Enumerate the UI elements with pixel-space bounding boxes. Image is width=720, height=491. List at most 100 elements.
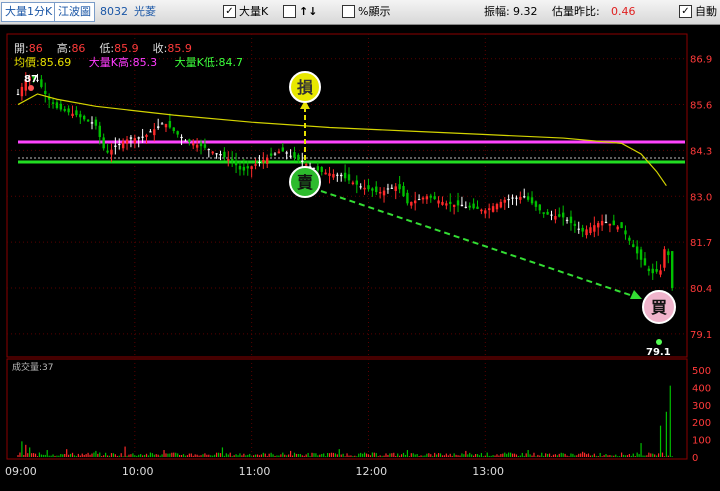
candle-body [554, 216, 557, 220]
volume-bar [580, 453, 582, 457]
volume-bar [200, 455, 202, 457]
candle-body [437, 200, 440, 204]
volume-bar [350, 455, 352, 457]
volume-bar [227, 454, 229, 457]
candle-body [581, 227, 584, 232]
volume-bar [268, 453, 270, 457]
candle-body [371, 188, 374, 191]
volume-bar [77, 453, 79, 457]
volume-bar [589, 455, 592, 457]
volume-bar [607, 455, 609, 457]
candle-body [585, 229, 588, 236]
arrows-checkbox[interactable]: ↑↓ [283, 4, 317, 20]
candle-body [480, 209, 483, 212]
volume-bar [648, 452, 650, 457]
volume-bar [465, 450, 467, 457]
candle-body [269, 153, 273, 156]
candle-body [83, 115, 86, 120]
volume-bar [632, 453, 634, 457]
volume-bar [545, 453, 547, 457]
candle-body [59, 103, 63, 110]
candle-body [363, 187, 366, 190]
volume-tick-label: 200 [692, 418, 711, 429]
candle-body [417, 199, 421, 201]
candle-body [495, 204, 499, 210]
candle-body [600, 220, 604, 226]
volume-bar [167, 453, 169, 457]
volume-bar [303, 455, 305, 457]
volume-bar [519, 455, 521, 457]
volume-bar [478, 455, 481, 457]
amplitude-label: 振幅: [484, 5, 510, 18]
candle-body [464, 206, 468, 208]
volume-bar [358, 453, 360, 457]
estimate-label: 估量昨比: [552, 5, 600, 18]
candle-body [507, 199, 510, 201]
volume-bar [400, 454, 403, 457]
buy-text: 買 [651, 298, 667, 317]
auto-checkbox[interactable]: ✓ 自動 [679, 4, 717, 20]
candle-body [207, 149, 211, 151]
volume-bar [214, 454, 216, 457]
volume-bar [326, 452, 329, 457]
volume-bar [459, 455, 461, 457]
volume-bar [309, 456, 311, 457]
candle-body [546, 211, 549, 215]
volume-bar [38, 452, 41, 457]
volume-bar [229, 452, 231, 457]
candle-body [612, 220, 615, 226]
volume-bar [342, 453, 344, 457]
candle-body [273, 153, 277, 155]
volume-bar [295, 453, 298, 457]
volume-bar [587, 453, 590, 457]
volume-bar [50, 455, 52, 457]
volume-bar [578, 453, 580, 457]
biglow-label: 大量K低: [174, 56, 219, 69]
volume-bar [274, 455, 276, 457]
volume-bar [305, 454, 307, 457]
volume-bar [572, 453, 574, 457]
interval-tab[interactable]: 大量1分K [1, 2, 57, 22]
volume-bar [445, 453, 447, 457]
volume-bar [521, 452, 523, 457]
volume-bar [447, 455, 449, 457]
candle-body [336, 174, 339, 176]
volume-bar [225, 453, 227, 457]
volume-bar [523, 455, 525, 457]
candle-body [184, 140, 187, 142]
volume-bar [97, 453, 99, 457]
volume-bar [348, 455, 350, 457]
candle-body [211, 151, 214, 154]
candle-body [534, 201, 538, 207]
arrows-label: ↑↓ [299, 5, 318, 18]
bigk-checkbox[interactable]: ✓ 大量K [223, 4, 268, 20]
candle-body [230, 159, 234, 161]
price-axis: 86.9 85.6 84.3 83.0 81.7 80.4 79.1 [690, 55, 712, 341]
candle-body [421, 197, 425, 200]
volume-bar [554, 454, 556, 457]
auto-label: 自動 [695, 5, 717, 18]
volume-bar [223, 455, 225, 457]
volume-bar [315, 453, 317, 457]
volume-bar [89, 454, 91, 457]
candle-body [149, 131, 152, 133]
volume-bar [494, 455, 496, 457]
volume-bar [286, 455, 288, 457]
volume-bar [393, 452, 395, 457]
candle-body [390, 187, 394, 189]
checkbox-icon [342, 4, 355, 18]
volume-bar [430, 454, 432, 457]
volume-bar [264, 453, 266, 457]
candle-body [40, 79, 43, 87]
volume-bar [484, 455, 486, 457]
broker-tab[interactable]: 江波圖 [54, 2, 95, 22]
percent-checkbox[interactable]: %顯示 [342, 4, 390, 20]
volume-bar [424, 455, 426, 457]
volume-bar [32, 453, 35, 457]
volume-bar [198, 455, 200, 457]
candle-body [20, 86, 24, 97]
volume-bar [560, 452, 562, 457]
candle-body [266, 157, 269, 164]
candle-body [254, 164, 257, 166]
candle-body [441, 201, 444, 205]
